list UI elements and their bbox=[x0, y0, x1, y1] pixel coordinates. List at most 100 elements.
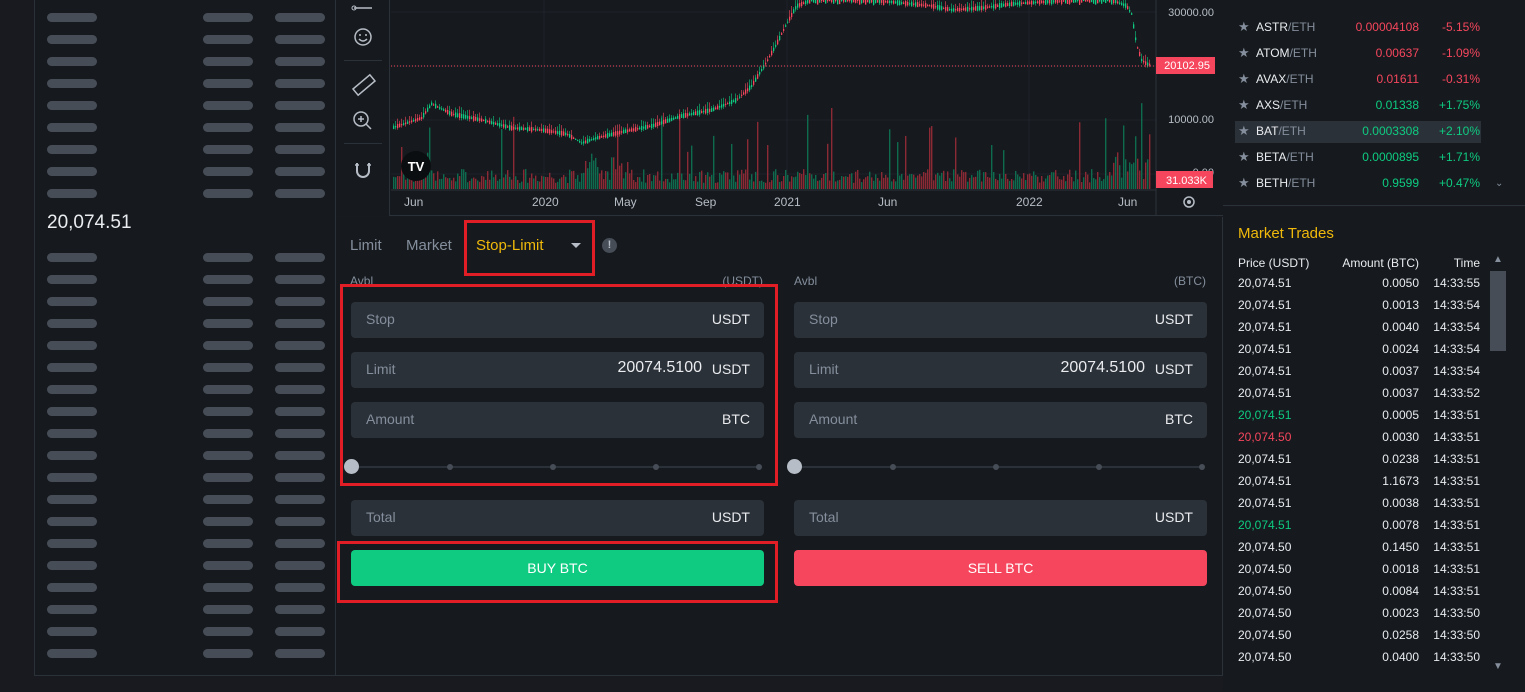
chart-plot-area[interactable]: 30000.00 20102.95 10000.00 0.00 31.033K … bbox=[391, 0, 1223, 216]
star-icon[interactable]: ★ bbox=[1238, 45, 1250, 61]
sell-btc-button[interactable]: SELL BTC bbox=[794, 550, 1207, 586]
star-icon[interactable]: ★ bbox=[1238, 19, 1250, 35]
order-book-row[interactable] bbox=[35, 189, 335, 198]
buy-amount-field[interactable]: Amount BTC bbox=[351, 402, 764, 438]
slider-step-100[interactable] bbox=[756, 464, 762, 470]
order-book-row[interactable] bbox=[35, 429, 335, 438]
loading-placeholder bbox=[203, 253, 253, 262]
scroll-down-icon[interactable]: ⌄ bbox=[1495, 178, 1503, 189]
slider-step-25[interactable] bbox=[447, 464, 453, 470]
order-book-row[interactable] bbox=[35, 79, 335, 88]
order-book-row[interactable] bbox=[35, 253, 335, 262]
order-book-row[interactable] bbox=[35, 167, 335, 176]
order-book-row[interactable] bbox=[35, 495, 335, 504]
order-book-row[interactable] bbox=[35, 473, 335, 482]
order-book-row[interactable] bbox=[35, 35, 335, 44]
order-book-row[interactable] bbox=[35, 341, 335, 350]
scrollbar-thumb[interactable] bbox=[1490, 271, 1506, 351]
chevron-down-icon[interactable] bbox=[571, 243, 581, 248]
sell-stop-field[interactable]: Stop USDT bbox=[794, 302, 1207, 338]
buy-percent-slider[interactable] bbox=[344, 459, 762, 475]
scroll-up-icon[interactable]: ▲ bbox=[1493, 254, 1503, 265]
volume-bar bbox=[483, 176, 485, 189]
slider-step-75[interactable] bbox=[653, 464, 659, 470]
sell-amount-field[interactable]: Amount BTC bbox=[794, 402, 1207, 438]
market-row[interactable]: ★ AVAX/ETH 0.01611 -0.31% bbox=[1223, 68, 1525, 90]
zoom-in-icon[interactable] bbox=[348, 105, 378, 135]
order-book-row[interactable] bbox=[35, 297, 335, 306]
market-row[interactable]: ★ BETA/ETH 0.0000895 +1.71% bbox=[1223, 146, 1525, 168]
sell-limit-value[interactable]: 20074.5100 bbox=[1060, 359, 1145, 377]
sell-limit-field[interactable]: Limit 20074.5100 USDT bbox=[794, 352, 1207, 388]
volume-bars bbox=[393, 103, 1151, 189]
info-icon[interactable]: ! bbox=[602, 238, 617, 253]
buy-total-field[interactable]: Total USDT bbox=[351, 500, 764, 536]
slider-step-75[interactable] bbox=[1096, 464, 1102, 470]
slider-step-50[interactable] bbox=[993, 464, 999, 470]
star-icon[interactable]: ★ bbox=[1238, 97, 1250, 113]
order-book-row[interactable] bbox=[35, 13, 335, 22]
loading-placeholder bbox=[275, 495, 325, 504]
order-book-row[interactable] bbox=[35, 57, 335, 66]
order-book-row[interactable] bbox=[35, 101, 335, 110]
order-book-row[interactable] bbox=[35, 363, 335, 372]
volume-bar bbox=[535, 175, 537, 189]
star-icon[interactable]: ★ bbox=[1238, 71, 1250, 87]
buy-limit-value[interactable]: 20074.5100 bbox=[617, 359, 702, 377]
market-row[interactable]: ★ ASTR/ETH 0.00004108 -5.15% bbox=[1223, 16, 1525, 38]
order-book-row[interactable] bbox=[35, 517, 335, 526]
order-book-row[interactable] bbox=[35, 123, 335, 132]
slider-step-25[interactable] bbox=[890, 464, 896, 470]
sell-total-field[interactable]: Total USDT bbox=[794, 500, 1207, 536]
tab-market[interactable]: Market bbox=[406, 237, 452, 254]
star-icon[interactable]: ★ bbox=[1238, 123, 1250, 139]
tab-limit[interactable]: Limit bbox=[350, 237, 382, 254]
order-book-row[interactable] bbox=[35, 649, 335, 658]
candle bbox=[1119, 2, 1121, 4]
volume-bar bbox=[635, 182, 637, 189]
order-book-row[interactable] bbox=[35, 627, 335, 636]
trades-scrollbar[interactable]: ▲ ▼ bbox=[1489, 254, 1507, 678]
candle bbox=[525, 128, 527, 130]
market-row[interactable]: ★ AXS/ETH 0.01338 +1.75% bbox=[1223, 94, 1525, 116]
buy-stop-field[interactable]: Stop USDT bbox=[351, 302, 764, 338]
ruler-icon[interactable] bbox=[348, 70, 378, 100]
magnet-icon[interactable] bbox=[348, 155, 378, 185]
market-row[interactable]: ★ BAT/ETH 0.0003308 +2.10% bbox=[1223, 120, 1525, 142]
order-book-row[interactable] bbox=[35, 319, 335, 328]
slider-step-100[interactable] bbox=[1199, 464, 1205, 470]
order-book-row[interactable] bbox=[35, 605, 335, 614]
price-axis[interactable]: 30000.00 20102.95 10000.00 0.00 31.033K bbox=[1156, 7, 1215, 188]
order-book-row[interactable] bbox=[35, 275, 335, 284]
order-book-row[interactable] bbox=[35, 385, 335, 394]
tab-stop-limit[interactable]: Stop-Limit bbox=[476, 237, 544, 254]
order-book-row[interactable] bbox=[35, 451, 335, 460]
slider-step-50[interactable] bbox=[550, 464, 556, 470]
emoji-icon[interactable] bbox=[348, 22, 378, 52]
sell-percent-slider[interactable] bbox=[787, 459, 1205, 475]
price-chart[interactable]: 30000.00 20102.95 10000.00 0.00 31.033K … bbox=[336, 0, 1223, 216]
chart-settings-icon[interactable] bbox=[1183, 196, 1195, 208]
candle bbox=[785, 25, 787, 27]
order-book-row[interactable] bbox=[35, 583, 335, 592]
buy-limit-field[interactable]: Limit 20074.5100 USDT bbox=[351, 352, 764, 388]
star-icon[interactable]: ★ bbox=[1238, 149, 1250, 165]
candle bbox=[1089, 0, 1091, 3]
market-row[interactable]: ★ BETH/ETH 0.9599 +0.47% bbox=[1223, 172, 1525, 194]
candle bbox=[703, 110, 705, 113]
volume-bar bbox=[693, 181, 695, 189]
order-book-row[interactable] bbox=[35, 561, 335, 570]
slider-handle[interactable] bbox=[344, 459, 359, 474]
order-book-row[interactable] bbox=[35, 145, 335, 154]
trade-time: 14:33:51 bbox=[1433, 562, 1480, 576]
order-book-row[interactable] bbox=[35, 407, 335, 416]
buy-btc-button[interactable]: BUY BTC bbox=[351, 550, 764, 586]
candle bbox=[823, 0, 825, 2]
volume-bar bbox=[1089, 182, 1091, 189]
slider-handle[interactable] bbox=[787, 459, 802, 474]
market-row[interactable]: ★ ATOM/ETH 0.00637 -1.09% bbox=[1223, 42, 1525, 64]
trade-row: 20,074.51 1.1673 14:33:51 bbox=[1223, 470, 1525, 492]
star-icon[interactable]: ★ bbox=[1238, 175, 1250, 191]
order-book-row[interactable] bbox=[35, 539, 335, 548]
scroll-down-icon[interactable]: ▼ bbox=[1493, 661, 1503, 672]
